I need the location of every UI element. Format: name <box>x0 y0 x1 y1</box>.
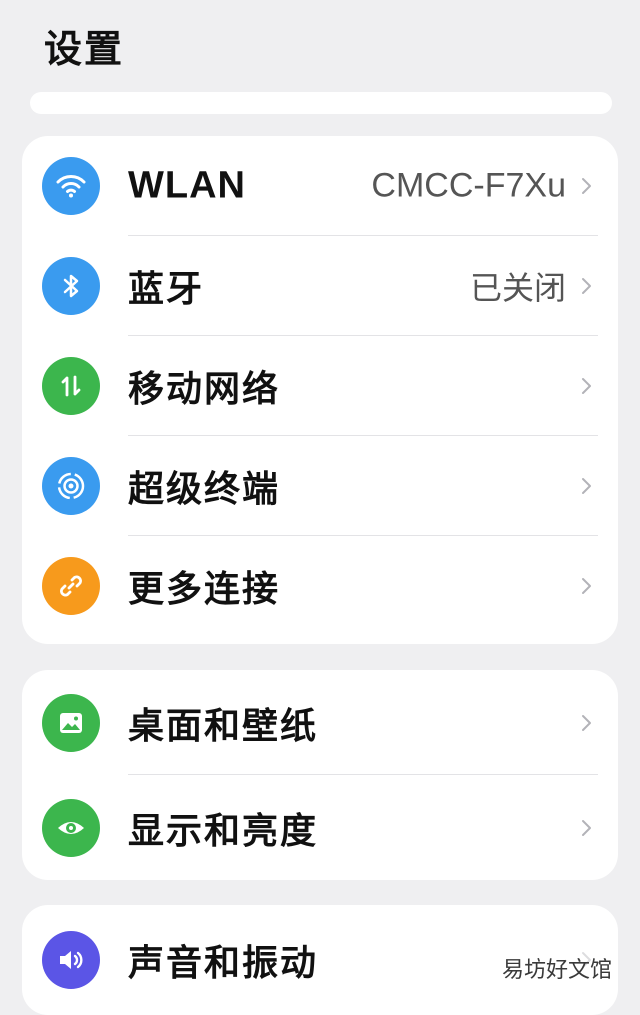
chevron-right-icon <box>582 278 591 294</box>
wifi-icon <box>42 157 100 215</box>
chevron-right-icon <box>582 478 591 494</box>
watermark: 易坊好文馆 <box>497 950 616 986</box>
wallpaper-icon <box>42 693 100 752</box>
settings-item-mobile-network[interactable]: 移动网络 <box>22 336 618 436</box>
settings-item-label: 超级终端 <box>128 469 281 510</box>
settings-item-bluetooth[interactable]: 蓝牙 已关闭 <box>22 236 618 336</box>
settings-item-label: 更多连接 <box>128 569 281 610</box>
settings-item-label: 移动网络 <box>128 369 281 410</box>
settings-item-label: WLAN <box>128 164 246 207</box>
chevron-right-icon <box>582 178 591 194</box>
settings-item-wallpaper[interactable]: 桌面和壁纸 <box>22 670 618 775</box>
search-bar[interactable] <box>30 92 612 114</box>
settings-group-display: 桌面和壁纸 显示和亮度 <box>22 670 618 880</box>
settings-item-label: 声音和振动 <box>128 943 319 984</box>
sound-icon <box>42 931 100 989</box>
chevron-right-icon <box>582 378 591 394</box>
settings-item-super-device[interactable]: 超级终端 <box>22 436 618 536</box>
eye-icon <box>42 798 100 857</box>
settings-item-more-connections[interactable]: 更多连接 <box>22 536 618 636</box>
bluetooth-icon <box>42 257 100 315</box>
chevron-right-icon <box>582 578 591 594</box>
settings-item-label: 蓝牙 <box>128 269 205 310</box>
settings-item-label: 显示和亮度 <box>128 810 319 852</box>
mobile-data-icon <box>42 357 100 415</box>
chevron-right-icon <box>582 714 591 731</box>
chevron-right-icon <box>582 819 591 836</box>
link-icon <box>42 557 100 615</box>
page-title: 设置 <box>44 27 125 71</box>
wlan-network-name: CMCC-F7Xu <box>371 166 566 205</box>
settings-item-wlan[interactable]: WLAN CMCC-F7Xu <box>22 136 618 236</box>
settings-group-connectivity: WLAN CMCC-F7Xu 蓝牙 已关闭 移动网络 超级终端 更多连接 <box>22 136 618 644</box>
bluetooth-status: 已关闭 <box>469 269 566 307</box>
settings-item-display-brightness[interactable]: 显示和亮度 <box>22 775 618 880</box>
super-device-icon <box>42 457 100 515</box>
settings-item-label: 桌面和壁纸 <box>128 705 319 747</box>
